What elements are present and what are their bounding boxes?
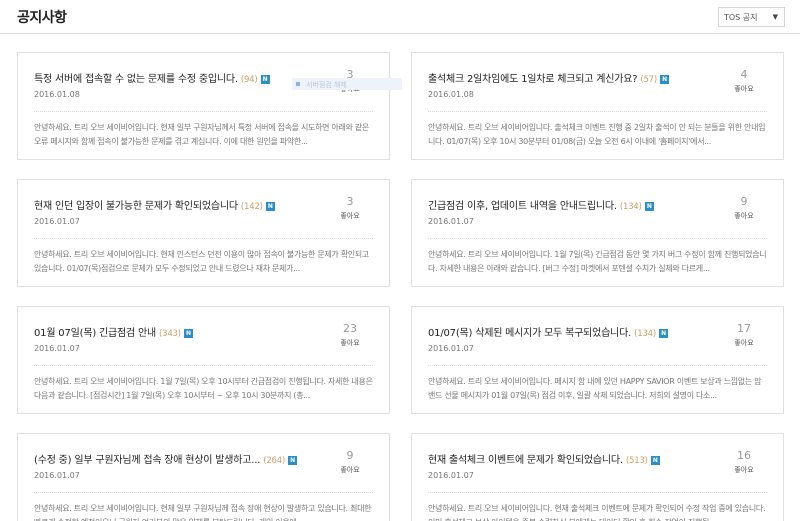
- notice-title[interactable]: 01월 07일(목) 긴급점검 안내 (343) N: [34, 324, 193, 339]
- new-badge-icon: N: [660, 75, 670, 84]
- like-label: 좋아요: [734, 466, 754, 474]
- like-label: 좋아요: [340, 466, 360, 474]
- notice-title[interactable]: 01/07(목) 삭제된 메시지가 모두 복구되었습니다. (134) N: [428, 324, 668, 339]
- like-button[interactable]: 9 좋아요: [729, 195, 759, 221]
- notice-date: 2016.01.07: [428, 217, 474, 226]
- new-badge-icon: N: [288, 456, 298, 465]
- header: 공지사항 TOS 공지 ▼: [0, 0, 800, 34]
- like-button[interactable]: 16 좋아요: [729, 449, 759, 475]
- notice-date: 2016.01.07: [428, 471, 474, 480]
- comment-count: (513): [625, 456, 648, 466]
- like-label: 좋아요: [340, 339, 360, 347]
- like-count: 17: [737, 322, 751, 335]
- notice-date: 2016.01.07: [34, 344, 80, 353]
- notice-date: 2016.01.07: [34, 471, 80, 480]
- notice-title-text[interactable]: 01/07(목) 삭제된 메시지가 모두 복구되었습니다.: [428, 328, 631, 339]
- divider: [34, 365, 373, 366]
- like-count: 23: [343, 322, 357, 335]
- notice-title[interactable]: 현재 인던 입장이 불가능한 문제가 확인되었습니다 (142) N: [34, 197, 275, 212]
- comment-count: (94): [240, 75, 258, 85]
- divider: [428, 365, 767, 366]
- like-button[interactable]: 4 좋아요: [729, 68, 759, 94]
- divider: [428, 238, 767, 239]
- notice-excerpt: 안녕하세요. 트리 오브 세이비어입니다. 메시지 함 내에 있던 HAPPY …: [428, 377, 762, 400]
- ghost-label: 서버점검 해제: [306, 81, 347, 89]
- notice-title-text[interactable]: (수정 중) 일부 구원자님께 접속 장애 현상이 발생하고...: [34, 455, 260, 466]
- category-select-value: TOS 공지: [724, 13, 758, 22]
- comment-count: (142): [240, 202, 263, 212]
- notice-title[interactable]: 특정 서버에 접속할 수 없는 문제를 수정 중입니다. (94) N: [34, 70, 270, 85]
- notice-title[interactable]: (수정 중) 일부 구원자님께 접속 장애 현상이 발생하고... (264) N: [34, 451, 298, 466]
- notice-title-text[interactable]: 01월 07일(목) 긴급점검 안내: [34, 328, 156, 339]
- new-badge-icon: N: [658, 329, 668, 338]
- like-count: 4: [740, 68, 748, 81]
- notice-excerpt: 안녕하세요. 트리 오브 세이비어입니다. 현재 일부 구원자님께서 특정 서버…: [34, 123, 369, 146]
- notice-date: 2016.01.08: [34, 90, 80, 99]
- ghost-icon: [296, 82, 300, 86]
- divider: [428, 111, 767, 112]
- like-label: 좋아요: [734, 212, 754, 220]
- notice-title[interactable]: 출석체크 2일차임에도 1일차로 체크되고 계신가요? (57) N: [428, 70, 670, 85]
- category-select[interactable]: TOS 공지 ▼: [718, 7, 785, 27]
- notice-excerpt: 안녕하세요. 트리 오브 세이비어입니다. 1월 7일(목) 오후 10시부터 …: [34, 377, 373, 400]
- chevron-down-icon: ▼: [772, 13, 778, 21]
- divider: [34, 492, 373, 493]
- notice-card[interactable]: 01월 07일(목) 긴급점검 안내 (343) N 2016.01.07 23 좋…: [17, 306, 390, 414]
- new-badge-icon: N: [650, 456, 660, 465]
- notice-title-text[interactable]: 현재 인던 입장이 불가능한 문제가 확인되었습니다: [34, 201, 238, 212]
- comment-count: (343): [159, 329, 181, 339]
- notice-excerpt: 안녕하세요. 트리 오브 세이비어입니다. 1월 7일(목) 긴급점검 동안 몇…: [428, 250, 767, 273]
- like-label: 좋아요: [734, 85, 754, 93]
- like-button[interactable]: 3 좋아요: [335, 195, 365, 221]
- page-title: 공지사항: [17, 10, 67, 26]
- new-badge-icon: N: [183, 329, 193, 338]
- notice-excerpt: 안녕하세요. 트리 오브 세이비어입니다. 출석체크 이벤트 진행 중 2일차 …: [428, 123, 766, 146]
- notice-card[interactable]: 긴급점검 이후, 업데이트 내역을 안내드립니다. (134) N 2016.01.…: [411, 179, 784, 287]
- notice-excerpt: 안녕하세요. 트리 오브 세이비어입니다. 현재 인스턴스 던전 이용이 많아 …: [34, 250, 369, 273]
- notice-title-text[interactable]: 긴급점검 이후, 업데이트 내역을 안내드립니다.: [428, 201, 617, 212]
- notice-card[interactable]: 현재 인던 입장이 불가능한 문제가 확인되었습니다 (142) N 2016.01…: [17, 179, 390, 287]
- drag-ghost: 서버점검 해제: [292, 78, 402, 90]
- new-badge-icon: N: [644, 202, 654, 211]
- like-label: 좋아요: [340, 212, 360, 220]
- like-label: 좋아요: [734, 339, 754, 347]
- notice-title-text[interactable]: 현재 출석체크 이벤트에 문제가 확인되었습니다.: [428, 455, 623, 466]
- notice-card[interactable]: 01/07(목) 삭제된 메시지가 모두 복구되었습니다. (134) N 2016…: [411, 306, 784, 414]
- divider: [428, 492, 767, 493]
- like-count: 3: [346, 195, 354, 208]
- notice-date: 2016.01.07: [428, 344, 474, 353]
- notice-excerpt: 안녕하세요. 트리 오브 세이비어입니다. 현재 일부 구원자님께 접속 장애 …: [34, 504, 372, 521]
- divider: [34, 238, 373, 239]
- notice-card[interactable]: (수정 중) 일부 구원자님께 접속 장애 현상이 발생하고... (264) N …: [17, 433, 390, 521]
- like-count: 16: [737, 449, 751, 462]
- notice-card[interactable]: 현재 출석체크 이벤트에 문제가 확인되었습니다. (513) N 2016.01.…: [411, 433, 784, 521]
- comment-count: (134): [619, 202, 642, 212]
- new-badge-icon: N: [260, 75, 270, 84]
- notice-title-text[interactable]: 출석체크 2일차임에도 1일차로 체크되고 계신가요?: [428, 74, 638, 85]
- notice-date: 2016.01.07: [34, 217, 80, 226]
- comment-count: (134): [634, 329, 656, 339]
- like-button[interactable]: 9 좋아요: [335, 449, 365, 475]
- comment-count: (264): [263, 456, 286, 466]
- new-badge-icon: N: [265, 202, 275, 211]
- like-button[interactable]: 23 좋아요: [335, 322, 365, 348]
- notice-title-text[interactable]: 특정 서버에 접속할 수 없는 문제를 수정 중입니다.: [34, 74, 238, 85]
- divider: [34, 111, 373, 112]
- notice-title[interactable]: 긴급점검 이후, 업데이트 내역을 안내드립니다. (134) N: [428, 197, 654, 212]
- notice-date: 2016.01.08: [428, 90, 474, 99]
- comment-count: (57): [640, 75, 658, 85]
- like-button[interactable]: 17 좋아요: [729, 322, 759, 348]
- notice-title[interactable]: 현재 출석체크 이벤트에 문제가 확인되었습니다. (513) N: [428, 451, 660, 466]
- notice-card[interactable]: 특정 서버에 접속할 수 없는 문제를 수정 중입니다. (94) N 2016.0…: [17, 52, 390, 160]
- notice-excerpt: 안녕하세요. 트리 오브 세이비어입니다. 현재 출석체크 이벤트에 문제가 확…: [428, 504, 766, 521]
- notice-card[interactable]: 출석체크 2일차임에도 1일차로 체크되고 계신가요? (57) N 2016.01…: [411, 52, 784, 160]
- like-count: 9: [740, 195, 748, 208]
- like-count: 9: [346, 449, 354, 462]
